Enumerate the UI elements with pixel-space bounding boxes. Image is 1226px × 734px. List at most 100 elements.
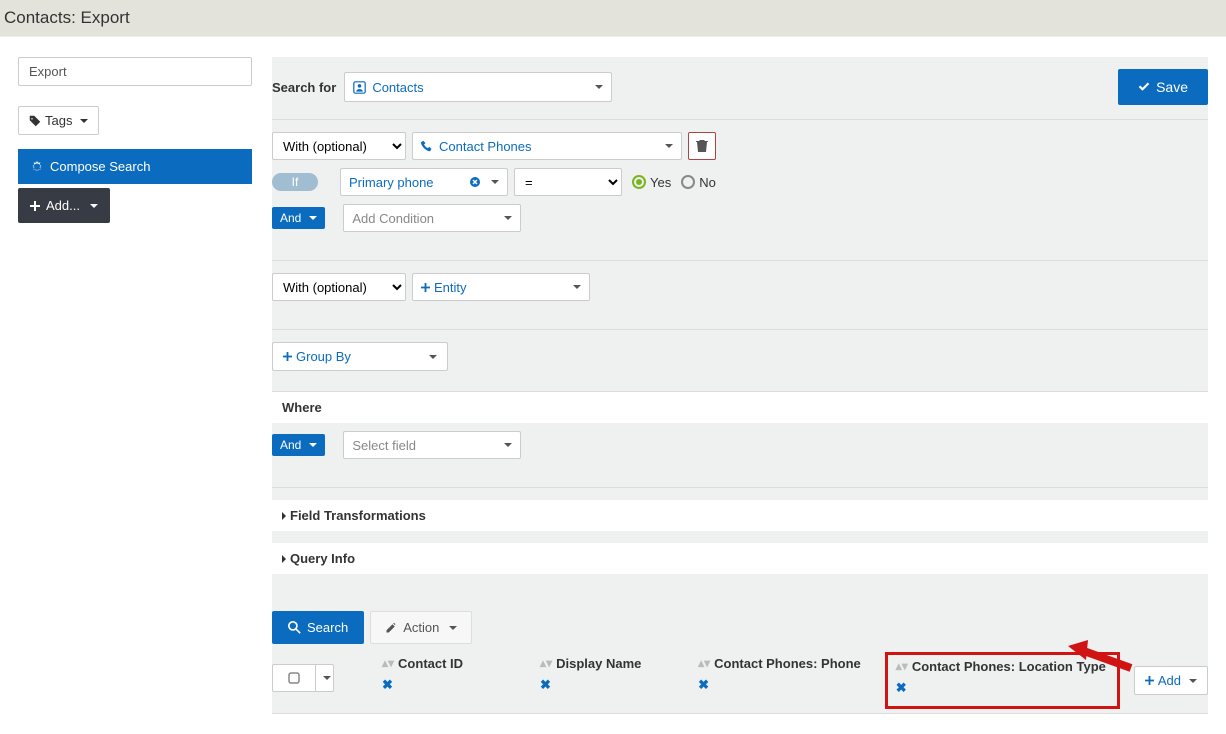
search-entity-select[interactable]: Contacts xyxy=(344,72,612,102)
check-icon xyxy=(1138,81,1150,93)
plus-icon xyxy=(30,201,40,211)
primary-phone-label: Primary phone xyxy=(349,175,434,190)
save-label: Save xyxy=(1156,79,1188,95)
plus-icon xyxy=(283,352,292,361)
page-title: Contacts: Export xyxy=(4,8,130,27)
caret-down-icon xyxy=(504,216,512,220)
remove-column-icon[interactable]: ✖ xyxy=(698,677,883,693)
caret-down-icon xyxy=(595,85,603,89)
remove-column-icon[interactable]: ✖ xyxy=(540,677,682,693)
sliders-icon xyxy=(30,160,44,174)
add-column-label: Add xyxy=(1158,673,1181,688)
with-block-2: With (optional) Entity xyxy=(272,261,1208,330)
with-select-1[interactable]: With (optional) xyxy=(272,132,406,160)
caret-down-icon xyxy=(429,355,437,359)
caret-right-icon xyxy=(282,555,286,563)
selectall-checkbox[interactable] xyxy=(272,664,316,692)
nav-compose-search[interactable]: Compose Search xyxy=(18,149,252,184)
search-entity-text: Contacts xyxy=(372,80,423,95)
delete-with-button[interactable] xyxy=(688,132,716,160)
where-heading: Where xyxy=(272,392,1208,423)
entity-select[interactable]: Entity xyxy=(412,273,590,301)
column-contact-id: ▴▾ Contact ID ✖ xyxy=(374,656,532,693)
column-header[interactable]: ▴▾ Display Name xyxy=(540,656,682,671)
operator-select[interactable]: = xyxy=(514,168,622,196)
column-location-type: ▴▾ Contact Phones: Location Type ✖ xyxy=(885,652,1120,709)
caret-right-icon xyxy=(282,512,286,520)
caret-down-icon xyxy=(80,119,88,123)
remove-column-icon[interactable]: ✖ xyxy=(382,677,524,693)
contact-phones-text: Contact Phones xyxy=(439,139,532,154)
primary-phone-chip[interactable]: Primary phone xyxy=(340,168,508,196)
contacts-icon xyxy=(353,81,366,94)
main-panel: Search for Contacts Save xyxy=(272,57,1208,714)
page-title-bar: Contacts: Export xyxy=(0,0,1226,37)
sort-icon: ▴▾ xyxy=(382,661,394,666)
sort-icon: ▴▾ xyxy=(896,664,908,669)
column-label: Contact Phones: Location Type xyxy=(912,659,1106,674)
selectall-dropdown[interactable] xyxy=(316,664,334,692)
remove-column-icon[interactable]: ✖ xyxy=(896,680,1109,696)
group-by-label: Group By xyxy=(296,349,351,364)
plus-icon xyxy=(421,283,430,292)
field-transformations-accordion[interactable]: Field Transformations xyxy=(272,500,1208,531)
select-field-placeholder: Select field xyxy=(352,438,416,453)
sidebar: Export Tags Compose Search Add... xyxy=(18,57,252,223)
save-button[interactable]: Save xyxy=(1118,69,1208,105)
if-badge: If xyxy=(272,173,318,191)
caret-down-icon xyxy=(573,285,581,289)
search-for-row: Search for Contacts Save xyxy=(272,57,1208,120)
remove-field-icon[interactable] xyxy=(469,176,481,188)
search-label: Search xyxy=(307,620,348,635)
group-by-button[interactable]: Group By xyxy=(272,342,448,371)
and-label: And xyxy=(280,438,301,452)
action-button[interactable]: Action xyxy=(370,611,472,644)
search-for-label: Search for xyxy=(272,80,336,95)
add-condition-select[interactable]: Add Condition xyxy=(343,204,521,232)
radio-unchecked-icon xyxy=(681,175,695,189)
query-info-label: Query Info xyxy=(290,551,355,566)
yes-label: Yes xyxy=(650,175,671,190)
action-label: Action xyxy=(403,620,439,635)
columns-row: ▴▾ Contact ID ✖ ▴▾ Display Name ✖ ▴▾ Con… xyxy=(272,644,1208,714)
field-transformations-label: Field Transformations xyxy=(290,508,426,523)
add-column-button[interactable]: Add xyxy=(1134,666,1208,695)
column-header[interactable]: ▴▾ Contact Phones: Location Type xyxy=(896,659,1109,674)
no-radio[interactable]: No xyxy=(681,175,716,190)
where-field-select[interactable]: Select field xyxy=(343,431,521,459)
trash-icon xyxy=(696,139,708,153)
column-header[interactable]: ▴▾ Contact Phones: Phone xyxy=(698,656,883,671)
export-title-text: Export xyxy=(29,64,67,79)
tags-button[interactable]: Tags xyxy=(18,106,99,135)
entity-placeholder: Entity xyxy=(434,280,467,295)
and-badge-where[interactable]: And xyxy=(272,434,325,456)
column-label: Contact Phones: Phone xyxy=(714,656,861,671)
search-button[interactable]: Search xyxy=(272,611,364,644)
with-select-2[interactable]: With (optional) xyxy=(272,273,406,301)
yes-radio[interactable]: Yes xyxy=(632,175,671,190)
caret-down-icon xyxy=(449,626,457,630)
group-by-section: Group By xyxy=(272,330,1208,392)
tag-icon xyxy=(29,115,41,127)
sort-icon: ▴▾ xyxy=(540,661,552,666)
add-label: Add... xyxy=(46,198,80,213)
export-title-input[interactable]: Export xyxy=(18,57,252,86)
column-phone: ▴▾ Contact Phones: Phone ✖ xyxy=(690,656,891,693)
query-info-accordion[interactable]: Query Info xyxy=(272,543,1208,574)
caret-down-icon xyxy=(309,443,317,447)
and-badge-1[interactable]: And xyxy=(272,207,325,229)
search-icon xyxy=(288,621,301,634)
add-condition-placeholder: Add Condition xyxy=(352,211,434,226)
column-display-name: ▴▾ Display Name ✖ xyxy=(532,656,690,693)
caret-down-icon xyxy=(665,144,673,148)
sort-icon: ▴▾ xyxy=(698,661,710,666)
and-label: And xyxy=(280,211,301,225)
contact-phones-select[interactable]: Contact Phones xyxy=(412,132,682,160)
caret-down-icon xyxy=(309,216,317,220)
pencil-icon xyxy=(385,622,397,634)
caret-down-icon xyxy=(323,676,331,680)
action-row: Search Action xyxy=(272,611,1208,644)
nav-add[interactable]: Add... xyxy=(18,188,110,223)
selectall-group xyxy=(272,664,334,692)
column-header[interactable]: ▴▾ Contact ID xyxy=(382,656,524,671)
